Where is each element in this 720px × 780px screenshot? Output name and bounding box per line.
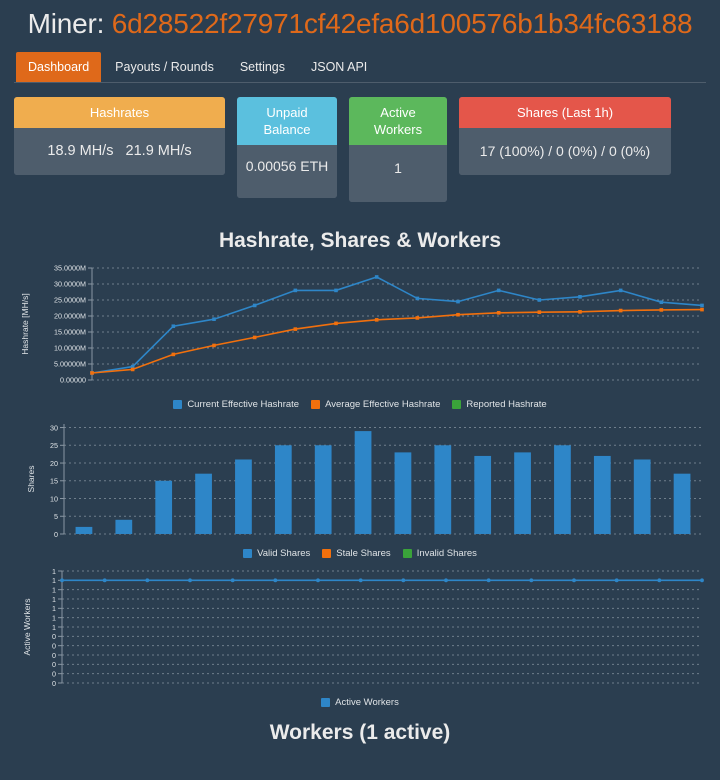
- svg-text:25.0000M: 25.0000M: [54, 296, 86, 305]
- legend-label: Valid Shares: [257, 548, 311, 559]
- legend-swatch-icon: [243, 549, 253, 558]
- svg-text:1: 1: [52, 623, 56, 632]
- svg-text:0: 0: [52, 651, 56, 660]
- panel-active-workers-value: 1: [349, 145, 447, 202]
- legend-swatch-icon: [311, 400, 321, 409]
- svg-text:15.0000M: 15.0000M: [54, 328, 86, 337]
- svg-text:1: 1: [52, 585, 56, 594]
- svg-text:Active Workers: Active Workers: [22, 599, 32, 656]
- hashrate-chart: 35.0000M 30.0000M 25.0000M 20.0000M 15.0000M…: [14, 262, 706, 410]
- legend-item[interactable]: Invalid Shares: [402, 548, 477, 559]
- panel-unpaid-balance-title: Unpaid Balance: [237, 97, 337, 145]
- legend-item[interactable]: Reported Hashrate: [452, 399, 547, 410]
- svg-text:30.0000M: 30.0000M: [54, 280, 86, 289]
- svg-text:20.0000M: 20.0000M: [54, 312, 86, 321]
- legend-swatch-icon: [321, 698, 331, 707]
- svg-text:1: 1: [52, 567, 56, 576]
- charts-heading: Hashrate, Shares & Workers: [218, 229, 502, 252]
- panel-shares-last-1h: Shares (Last 1h) 17 (100%) / 0 (0%) / 0 …: [459, 97, 671, 175]
- panel-hashrates: Hashrates 18.9 MH/s 21.9 MH/s: [14, 97, 225, 175]
- shares-chart-legend: Valid Shares Stale Shares Invalid Shares: [14, 548, 706, 559]
- legend-label: Stale Shares: [336, 548, 391, 559]
- svg-text:25: 25: [50, 441, 58, 450]
- svg-text:10: 10: [50, 494, 58, 503]
- tab-payouts-rounds[interactable]: Payouts / Rounds: [103, 52, 226, 82]
- svg-text:10.0000M: 10.0000M: [54, 344, 86, 353]
- legend-swatch-icon: [173, 400, 183, 409]
- svg-text:0: 0: [52, 632, 56, 641]
- shares-plot: 0 5 10 15 20 25 30 Shares: [26, 423, 702, 539]
- legend-item[interactable]: Active Workers: [321, 697, 399, 708]
- svg-text:35.0000M: 35.0000M: [54, 264, 86, 273]
- svg-text:20: 20: [50, 459, 58, 468]
- main-navigation: Dashboard Payouts / Rounds Settings JSON…: [14, 48, 706, 83]
- legend-label: Reported Hashrate: [466, 399, 547, 410]
- legend-label: Current Effective Hashrate: [187, 399, 300, 410]
- legend-swatch-icon: [452, 400, 462, 409]
- panel-unpaid-balance-value: 0.00056 ETH: [237, 145, 337, 198]
- workers-chart: 1 1 1 1 1 1 1 0 0 0 0 0 0 Active Workers Active Worke…: [14, 565, 706, 708]
- panel-shares-title: Shares (Last 1h): [459, 97, 671, 128]
- svg-text:1: 1: [52, 613, 56, 622]
- miner-address: 6d28522f27971cf42efa6d100576b1b34fc63188: [111, 8, 693, 39]
- tab-json-api[interactable]: JSON API: [299, 52, 379, 82]
- legend-swatch-icon: [322, 549, 332, 558]
- panel-hashrates-value: 18.9 MH/s 21.9 MH/s: [14, 128, 225, 175]
- svg-text:0: 0: [52, 679, 56, 688]
- tab-dashboard[interactable]: Dashboard: [16, 52, 102, 82]
- legend-swatch-icon: [402, 549, 412, 558]
- legend-item[interactable]: Valid Shares: [243, 548, 310, 559]
- svg-text:0: 0: [52, 641, 56, 650]
- legend-label: Invalid Shares: [416, 548, 477, 559]
- workers-chart-legend: Active Workers: [14, 697, 706, 708]
- legend-label: Average Effective Hashrate: [325, 399, 441, 410]
- workers-section-title: Workers (1 active): [269, 721, 451, 744]
- svg-text:Hashrate [MH/s]: Hashrate [MH/s]: [20, 293, 30, 354]
- legend-item[interactable]: Average Effective Hashrate: [311, 399, 440, 410]
- legend-label: Active Workers: [335, 697, 399, 708]
- panel-active-workers: Active Workers 1: [349, 97, 447, 202]
- svg-text:1: 1: [52, 576, 56, 585]
- svg-text:1: 1: [52, 595, 56, 604]
- svg-text:0: 0: [52, 660, 56, 669]
- stats-panel-row: Hashrates 18.9 MH/s 21.9 MH/s Unpaid Bal…: [14, 97, 706, 202]
- panel-hashrates-title: Hashrates: [14, 97, 225, 128]
- svg-text:0: 0: [54, 530, 58, 539]
- hashrate-plot: 35.0000M 30.0000M 25.0000M 20.0000M 15.0000M…: [20, 264, 704, 385]
- legend-item[interactable]: Stale Shares: [322, 548, 391, 559]
- shares-chart: 0 5 10 15 20 25 30 Shares Valid Shares Stale Sha…: [14, 416, 706, 559]
- hashrate-chart-legend: Current Effective Hashrate Average Effect…: [14, 399, 706, 410]
- workers-plot: 1111111000000Active Workers: [22, 567, 704, 688]
- svg-text:5.00000M: 5.00000M: [54, 360, 86, 369]
- svg-text:30: 30: [50, 423, 58, 432]
- svg-text:1: 1: [52, 604, 56, 613]
- panel-active-workers-title: Active Workers: [349, 97, 447, 145]
- panel-unpaid-balance: Unpaid Balance 0.00056 ETH: [237, 97, 337, 198]
- svg-text:15: 15: [50, 477, 58, 486]
- tab-settings[interactable]: Settings: [228, 52, 297, 82]
- svg-text:0: 0: [52, 669, 56, 678]
- svg-text:5: 5: [54, 512, 58, 521]
- legend-item[interactable]: Current Effective Hashrate: [173, 399, 299, 410]
- svg-text:0.00000: 0.00000: [60, 376, 86, 385]
- miner-dashboard-page: Miner: 6d28522f27971cf42efa6d100576b1b34…: [0, 0, 720, 780]
- svg-text:Shares: Shares: [26, 466, 36, 493]
- panel-shares-value: 17 (100%) / 0 (0%) / 0 (0%): [459, 128, 671, 175]
- page-title-label: Miner:: [27, 8, 105, 39]
- page-title: Miner: 6d28522f27971cf42efa6d100576b1b34…: [14, 0, 706, 42]
